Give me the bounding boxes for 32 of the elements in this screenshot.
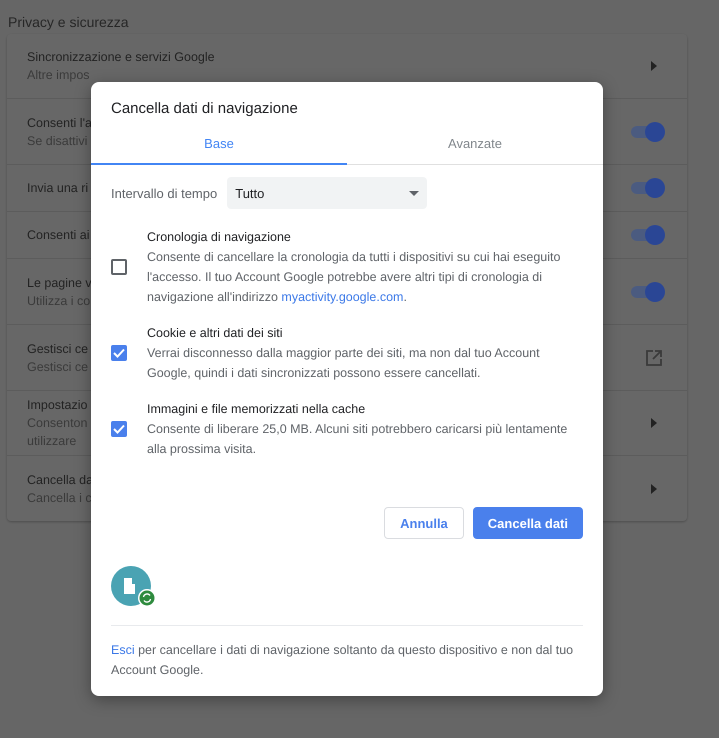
checkbox[interactable]	[111, 259, 127, 275]
setting-title: Consenti ai	[27, 228, 90, 242]
setting-title: Le pagine v	[27, 276, 92, 290]
time-range-label: Intervallo di tempo	[111, 186, 218, 200]
activity-link[interactable]: myactivity.google.com	[281, 290, 404, 304]
option-title: Immagini e file memorizzati nella cache	[147, 401, 366, 418]
option-description: Consente di cancellare la cronologia da tutti i dispositivi su cui hai eseguito l'accesso. Il tuo Account Google potrebbe avere altri tipi di cronologia di navigazione all'indirizzo myactivity.google.com.	[147, 249, 562, 306]
external-link-icon[interactable]	[646, 350, 662, 366]
option-title: Cronologia di navigazione	[147, 229, 291, 246]
sign-out-link[interactable]: Esci	[111, 643, 135, 657]
setting-title: Consenti l'a	[27, 116, 92, 130]
option-description: Consente di liberare 25,0 MB. Alcuni siti potrebbero caricarsi più lentamente alla prossima visita.	[147, 421, 568, 458]
option-description: Verrai disconnesso dalla maggior parte dei siti, ma non dal tuo Account Google, quindi i dati sincronizzati possono essere cancellati.	[147, 345, 541, 382]
setting-title: Gestisci ce	[27, 342, 88, 356]
arrow-right-icon[interactable]	[651, 484, 657, 494]
setting-title: Sincronizzazione e servizi Google	[27, 50, 215, 64]
dropdown-caret-icon	[409, 190, 420, 196]
setting-title: Impostazio	[27, 398, 88, 412]
dialog-title: Cancella dati di navigazione	[110, 99, 299, 119]
footer-text: Esci per cancellare i dati di navigazione soltanto da questo dispositivo e non dal tuo Account Google.	[111, 642, 574, 679]
time-range-dropdown[interactable]: Tutto	[227, 177, 428, 209]
option-title: Cookie e altri dati dei siti	[147, 325, 282, 342]
tab[interactable]: Base	[91, 124, 347, 165]
arrow-right-icon[interactable]	[651, 61, 657, 71]
arrow-right-icon[interactable]	[651, 418, 657, 428]
cancel-button[interactable]: Annulla	[384, 507, 464, 539]
section-title: Privacy e sicurezza	[7, 13, 130, 32]
setting-title: Invia una ri	[27, 181, 88, 195]
checkbox[interactable]	[111, 421, 127, 437]
checkbox[interactable]	[111, 345, 127, 361]
tab[interactable]: Avanzate	[347, 124, 603, 165]
clear-data-button[interactable]: Cancella dati	[472, 507, 583, 539]
